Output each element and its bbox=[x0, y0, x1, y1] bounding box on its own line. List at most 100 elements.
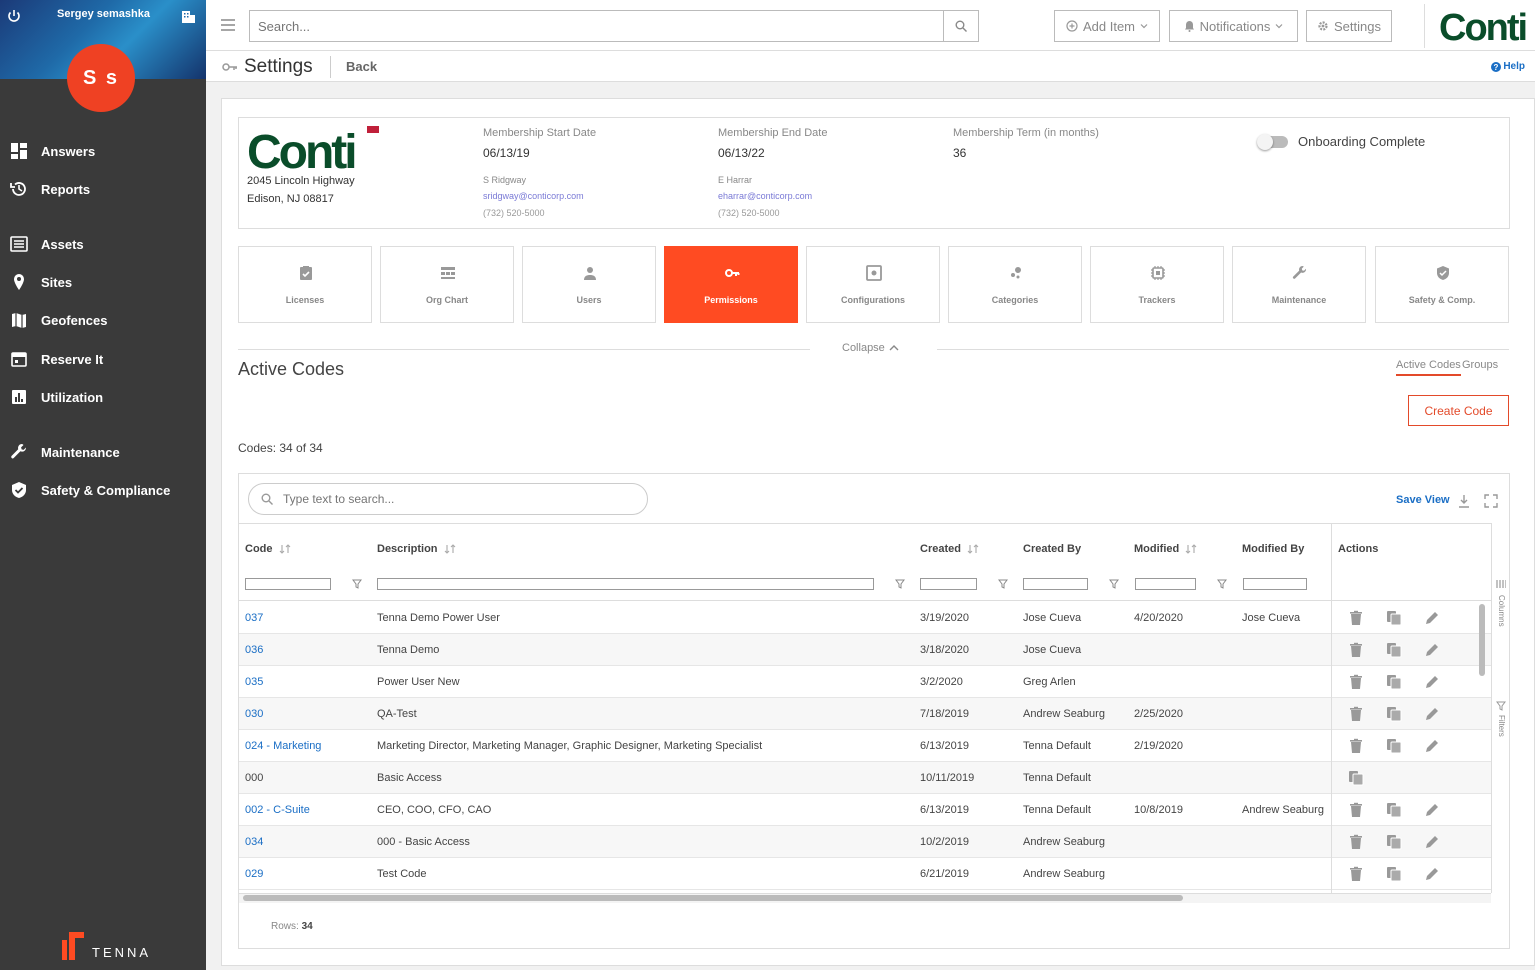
copy-icon[interactable] bbox=[1386, 738, 1402, 754]
copy-icon[interactable] bbox=[1386, 610, 1402, 626]
building-icon[interactable] bbox=[180, 8, 196, 24]
filter-icon[interactable] bbox=[1109, 579, 1119, 589]
filter-icon[interactable] bbox=[352, 579, 362, 589]
column-header-created-by[interactable]: Created By bbox=[1023, 543, 1081, 555]
tile-configurations[interactable]: Configurations bbox=[806, 246, 940, 323]
columns-icon[interactable] bbox=[1496, 579, 1506, 589]
search-input[interactable] bbox=[250, 11, 940, 41]
column-header-created[interactable]: Created bbox=[920, 543, 979, 555]
tile-licenses[interactable]: Licenses bbox=[238, 246, 372, 323]
nav-item-safety-compliance[interactable]: Safety & Compliance bbox=[0, 475, 206, 505]
back-link[interactable]: Back bbox=[346, 59, 377, 74]
nav-item-geofences[interactable]: Geofences bbox=[0, 305, 206, 335]
edit-icon[interactable] bbox=[1424, 738, 1440, 754]
edit-icon[interactable] bbox=[1424, 802, 1440, 818]
nav-item-reports[interactable]: Reports bbox=[0, 174, 206, 204]
delete-icon[interactable] bbox=[1348, 834, 1364, 850]
filters-panel-label[interactable]: Filters bbox=[1497, 715, 1506, 737]
table-row[interactable]: 024 - Marketing Marketing Director, Marke… bbox=[239, 730, 1331, 762]
avatar[interactable]: S s bbox=[67, 44, 135, 112]
filter-icon[interactable] bbox=[1496, 701, 1506, 711]
nav-item-answers[interactable]: Answers bbox=[0, 136, 206, 166]
tile-maintenance[interactable]: Maintenance bbox=[1232, 246, 1366, 323]
filter-input-created[interactable] bbox=[920, 578, 977, 590]
filter-icon[interactable] bbox=[895, 579, 905, 589]
nav-item-utilization[interactable]: Utilization bbox=[0, 382, 206, 412]
table-row[interactable]: 035 Power User New 3/2/2020 Greg Arlen bbox=[239, 666, 1331, 698]
horizontal-scrollbar[interactable] bbox=[243, 895, 1183, 901]
column-header-description[interactable]: Description bbox=[377, 543, 456, 555]
delete-icon[interactable] bbox=[1348, 706, 1364, 722]
edit-icon[interactable] bbox=[1424, 674, 1440, 690]
contact-1-email[interactable]: sridgway@conticorp.com bbox=[483, 191, 584, 201]
nav-item-sites[interactable]: Sites bbox=[0, 267, 206, 297]
save-view-link[interactable]: Save View bbox=[1396, 494, 1450, 506]
column-header-modified-by[interactable]: Modified By bbox=[1242, 543, 1304, 555]
nav-item-maintenance[interactable]: Maintenance bbox=[0, 437, 206, 467]
cell-code[interactable]: 029 bbox=[245, 868, 263, 880]
table-row[interactable]: 002 - C-Suite CEO, COO, CFO, CAO 6/13/2019… bbox=[239, 794, 1331, 826]
power-icon[interactable] bbox=[6, 8, 22, 24]
columns-panel-label[interactable]: Columns bbox=[1497, 595, 1506, 627]
cell-code[interactable]: 037 bbox=[245, 612, 263, 624]
column-header-code[interactable]: Code bbox=[245, 543, 291, 555]
table-row[interactable]: 000 Basic Access 10/11/2019 Tenna Default bbox=[239, 762, 1331, 794]
filter-icon[interactable] bbox=[1217, 579, 1227, 589]
table-row[interactable]: 037 Tenna Demo Power User 3/19/2020 Jose Cu… bbox=[239, 602, 1331, 634]
filter-input-code[interactable] bbox=[245, 578, 331, 590]
copy-icon[interactable] bbox=[1386, 866, 1402, 882]
filter-input-modified-by[interactable] bbox=[1243, 578, 1307, 590]
table-row[interactable]: 030 QA-Test 7/18/2019 Andrew Seaburg 2/25/20… bbox=[239, 698, 1331, 730]
cell-code[interactable]: 030 bbox=[245, 708, 263, 720]
copy-icon[interactable] bbox=[1386, 674, 1402, 690]
delete-icon[interactable] bbox=[1348, 674, 1364, 690]
create-code-button[interactable]: Create Code bbox=[1408, 395, 1509, 426]
tile-trackers[interactable]: Trackers bbox=[1090, 246, 1224, 323]
copy-icon[interactable] bbox=[1386, 706, 1402, 722]
filter-input-modified[interactable] bbox=[1135, 578, 1196, 590]
tab-groups[interactable]: Groups bbox=[1462, 359, 1498, 371]
vertical-scrollbar[interactable] bbox=[1479, 604, 1485, 676]
table-row[interactable]: 029 Test Code 6/21/2019 Andrew Seaburg bbox=[239, 858, 1331, 890]
nav-item-assets[interactable]: Assets bbox=[0, 229, 206, 259]
nav-item-reserve-it[interactable]: Reserve It bbox=[0, 344, 206, 374]
add-item-button[interactable]: Add Item bbox=[1054, 10, 1160, 42]
column-header-modified[interactable]: Modified bbox=[1134, 543, 1197, 555]
cell-code[interactable]: 024 - Marketing bbox=[245, 740, 321, 752]
settings-button[interactable]: Settings bbox=[1306, 10, 1392, 42]
notifications-button[interactable]: Notifications bbox=[1169, 10, 1298, 42]
cell-code[interactable]: 035 bbox=[245, 676, 263, 688]
help-link[interactable]: ? Help bbox=[1491, 61, 1525, 72]
collapse-toggle[interactable]: Collapse bbox=[842, 342, 899, 354]
filter-input-description[interactable] bbox=[377, 578, 874, 590]
edit-icon[interactable] bbox=[1424, 706, 1440, 722]
delete-icon[interactable] bbox=[1348, 866, 1364, 882]
delete-icon[interactable] bbox=[1348, 642, 1364, 658]
cell-code[interactable]: 002 - C-Suite bbox=[245, 804, 310, 816]
contact-2-email[interactable]: eharrar@conticorp.com bbox=[718, 191, 812, 201]
tab-active-codes[interactable]: Active Codes bbox=[1396, 359, 1461, 376]
tile-org-chart[interactable]: Org Chart bbox=[380, 246, 514, 323]
fullscreen-icon[interactable] bbox=[1484, 494, 1498, 508]
copy-icon[interactable] bbox=[1386, 642, 1402, 658]
delete-icon[interactable] bbox=[1348, 802, 1364, 818]
search-button[interactable] bbox=[943, 11, 978, 41]
copy-icon[interactable] bbox=[1386, 834, 1402, 850]
edit-icon[interactable] bbox=[1424, 866, 1440, 882]
tile-safety-comp[interactable]: Safety & Comp. bbox=[1375, 246, 1509, 323]
filter-input-created-by[interactable] bbox=[1023, 578, 1088, 590]
edit-icon[interactable] bbox=[1424, 834, 1440, 850]
edit-icon[interactable] bbox=[1424, 642, 1440, 658]
download-icon[interactable] bbox=[1457, 494, 1471, 508]
tile-categories[interactable]: Categories bbox=[948, 246, 1082, 323]
cell-code[interactable]: 036 bbox=[245, 644, 263, 656]
company-logo-top[interactable]: Conti bbox=[1424, 4, 1535, 48]
onboarding-toggle[interactable] bbox=[1257, 134, 1288, 150]
table-row[interactable]: 036 Tenna Demo 3/18/2020 Jose Cueva bbox=[239, 634, 1331, 666]
edit-icon[interactable] bbox=[1424, 610, 1440, 626]
copy-icon[interactable] bbox=[1386, 802, 1402, 818]
tile-users[interactable]: Users bbox=[522, 246, 656, 323]
filter-icon[interactable] bbox=[998, 579, 1008, 589]
cell-code[interactable]: 034 bbox=[245, 836, 263, 848]
table-row[interactable]: 034 000 - Basic Access 10/2/2019 Andrew Sea… bbox=[239, 826, 1331, 858]
